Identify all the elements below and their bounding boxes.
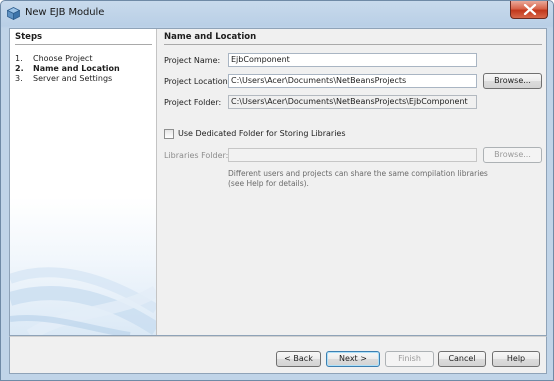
step-label: Choose Project — [33, 54, 93, 63]
project-folder-label: Project Folder: — [164, 98, 222, 107]
step-choose-project: 1. Choose Project — [15, 54, 92, 63]
dedicated-folder-checkbox[interactable] — [164, 129, 174, 139]
step-number: 3. — [15, 74, 23, 83]
step-label: Server and Settings — [33, 74, 113, 83]
netbeans-cube-icon — [6, 7, 21, 21]
section-divider — [164, 44, 542, 45]
step-server-and-settings: 3. Server and Settings — [15, 74, 112, 83]
finish-button[interactable]: Finish — [385, 351, 434, 367]
steps-panel: Steps 1. Choose Project 2. Name and Locati… — [10, 29, 156, 335]
panel-splitter — [156, 29, 157, 335]
browse-location-button[interactable]: Browse... — [483, 73, 542, 89]
dialog-content: Steps 1. Choose Project 2. Name and Locati… — [9, 28, 547, 336]
cancel-button[interactable]: Cancel — [438, 351, 486, 367]
section-title: Name and Location — [164, 32, 257, 42]
steps-heading: Steps — [15, 32, 43, 42]
project-folder-field[interactable]: C:\Users\Acer\Documents\NetBeansProjects… — [228, 95, 477, 109]
step-label: Name and Location — [33, 64, 120, 73]
title-bar[interactable]: New EJB Module — [1, 1, 553, 28]
step-number: 1. — [15, 54, 23, 63]
project-location-field[interactable]: C:\Users\Acer\Documents\NetBeansProjects — [228, 74, 477, 88]
close-icon — [523, 4, 537, 15]
libraries-hint-text: Different users and projects can share t… — [228, 169, 488, 188]
steps-divider — [15, 44, 152, 45]
project-name-label: Project Name: — [164, 56, 221, 65]
close-button[interactable] — [510, 1, 548, 19]
step-number: 2. — [15, 64, 24, 73]
window-title: New EJB Module — [25, 7, 105, 18]
back-button[interactable]: < Back — [276, 351, 321, 367]
browse-libraries-button[interactable]: Browse... — [483, 147, 542, 163]
libraries-folder-field[interactable] — [228, 148, 477, 162]
dialog-window: New EJB Module Steps 1. Choose Project 2.… — [0, 0, 554, 381]
dedicated-folder-label[interactable]: Use Dedicated Folder for Storing Librari… — [178, 129, 346, 138]
button-bar: < Back Next > Finish Cancel Help — [9, 336, 547, 374]
help-button[interactable]: Help — [492, 351, 540, 367]
libraries-folder-label: Libraries Folder: — [164, 151, 229, 160]
project-location-label: Project Location: — [164, 77, 231, 86]
project-name-field[interactable]: EjbComponent — [228, 53, 477, 67]
next-button[interactable]: Next > — [326, 351, 380, 367]
step-name-and-location: 2. Name and Location — [15, 64, 120, 73]
